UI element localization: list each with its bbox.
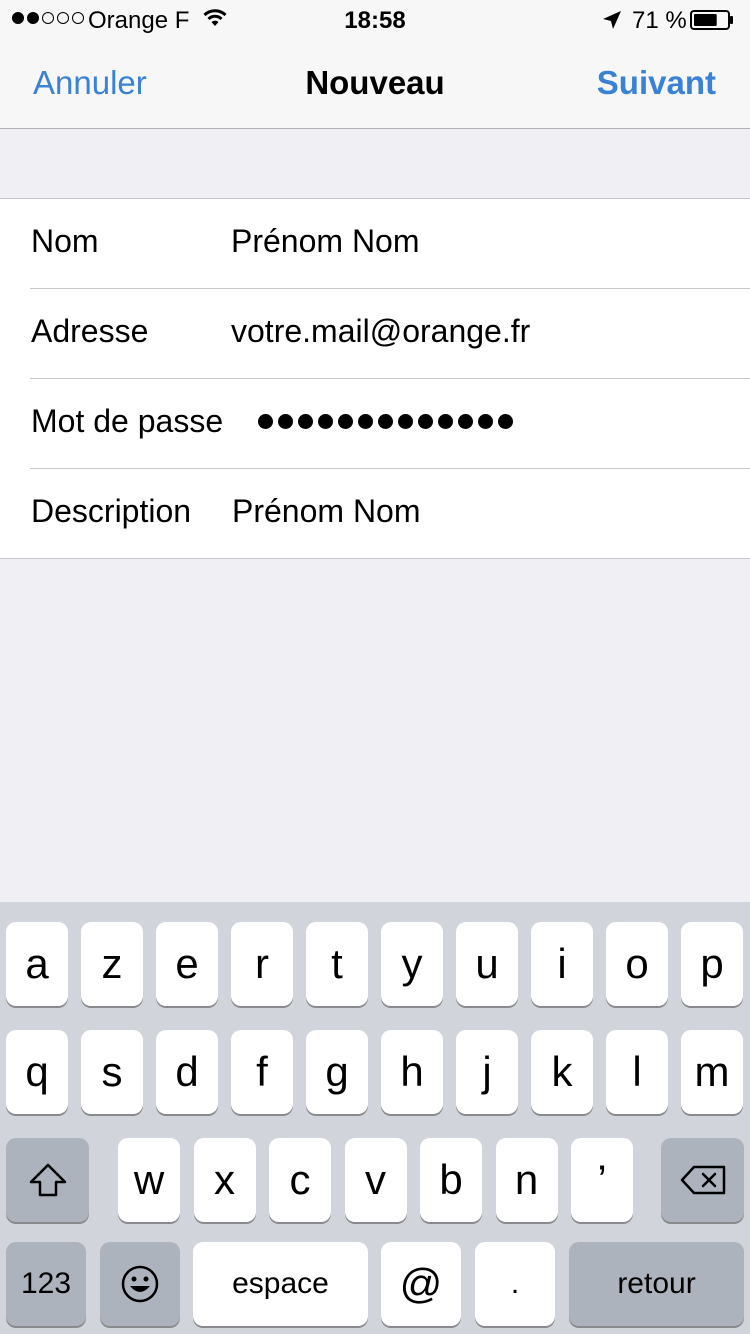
key-v[interactable]: v bbox=[344, 1138, 407, 1222]
backspace-key[interactable] bbox=[661, 1138, 744, 1222]
password-dot bbox=[358, 414, 373, 429]
key-w[interactable]: w bbox=[118, 1138, 180, 1222]
location-arrow-icon bbox=[603, 11, 621, 29]
key-d[interactable]: d bbox=[156, 1030, 218, 1114]
dot-key[interactable]: . bbox=[475, 1242, 555, 1326]
name-field[interactable]: Prénom Nom bbox=[231, 223, 420, 260]
key-z[interactable]: z bbox=[81, 922, 143, 1006]
address-row[interactable]: Adresse votre.mail@orange.fr bbox=[0, 289, 750, 379]
password-dot bbox=[378, 414, 393, 429]
return-key[interactable]: retour bbox=[569, 1242, 744, 1326]
name-label: Nom bbox=[31, 223, 99, 259]
password-dot bbox=[458, 414, 473, 429]
key-c[interactable]: c bbox=[269, 1138, 331, 1222]
key-j[interactable]: j bbox=[456, 1030, 518, 1114]
space-key[interactable]: espace bbox=[193, 1242, 368, 1326]
password-field[interactable] bbox=[258, 414, 513, 429]
key-f[interactable]: f bbox=[231, 1030, 293, 1114]
next-button[interactable]: Suivant bbox=[597, 64, 716, 102]
password-dot bbox=[318, 414, 333, 429]
backspace-icon bbox=[680, 1165, 725, 1195]
keyboard: 123 espace @ . retour azertyuiop qsdfghjk… bbox=[0, 902, 750, 1334]
key-n[interactable]: n bbox=[495, 1138, 558, 1222]
password-dot bbox=[278, 414, 293, 429]
name-row[interactable]: Nom Prénom Nom bbox=[0, 199, 750, 289]
password-dot bbox=[398, 414, 413, 429]
emoji-key[interactable] bbox=[100, 1242, 180, 1326]
shift-key[interactable] bbox=[6, 1138, 89, 1222]
password-row[interactable]: Mot de passe bbox=[0, 379, 750, 469]
password-dot bbox=[258, 414, 273, 429]
account-form: Nom Prénom Nom Adresse votre.mail@orange… bbox=[0, 198, 750, 559]
numbers-key[interactable]: 123 bbox=[6, 1242, 86, 1326]
key-i[interactable]: i bbox=[531, 922, 593, 1006]
battery-percentage: 71 % bbox=[632, 7, 687, 34]
key-apostrophe[interactable]: ’ bbox=[571, 1138, 633, 1222]
key-r[interactable]: r bbox=[231, 922, 293, 1006]
password-dot bbox=[478, 414, 493, 429]
email-field[interactable]: votre.mail@orange.fr bbox=[231, 313, 530, 350]
description-row[interactable]: Description Prénom Nom bbox=[0, 469, 750, 559]
description-label: Description bbox=[31, 493, 192, 529]
key-q[interactable]: q bbox=[6, 1030, 68, 1114]
key-t[interactable]: t bbox=[306, 922, 368, 1006]
description-field[interactable]: Prénom Nom bbox=[232, 493, 421, 530]
password-dot bbox=[298, 414, 313, 429]
status-bar: Orange F 18:58 71 % bbox=[0, 0, 750, 40]
password-dot bbox=[338, 414, 353, 429]
key-s[interactable]: s bbox=[81, 1030, 143, 1114]
navigation-bar: Annuler Nouveau Suivant bbox=[0, 40, 750, 129]
password-dot bbox=[498, 414, 513, 429]
battery-icon bbox=[690, 10, 733, 30]
key-e[interactable]: e bbox=[156, 922, 218, 1006]
key-a[interactable]: a bbox=[6, 922, 68, 1006]
shift-icon bbox=[29, 1163, 66, 1197]
password-label: Mot de passe bbox=[31, 403, 224, 439]
key-u[interactable]: u bbox=[456, 922, 518, 1006]
password-dot bbox=[418, 414, 433, 429]
key-g[interactable]: g bbox=[306, 1030, 368, 1114]
key-k[interactable]: k bbox=[531, 1030, 593, 1114]
key-l[interactable]: l bbox=[606, 1030, 668, 1114]
key-h[interactable]: h bbox=[381, 1030, 443, 1114]
key-o[interactable]: o bbox=[606, 922, 668, 1006]
at-key[interactable]: @ bbox=[381, 1242, 461, 1326]
key-b[interactable]: b bbox=[420, 1138, 482, 1222]
key-m[interactable]: m bbox=[681, 1030, 743, 1114]
key-x[interactable]: x bbox=[193, 1138, 256, 1222]
emoji-icon bbox=[121, 1265, 159, 1303]
password-dot bbox=[438, 414, 453, 429]
address-label: Adresse bbox=[31, 313, 149, 349]
key-p[interactable]: p bbox=[681, 922, 743, 1006]
key-y[interactable]: y bbox=[381, 922, 443, 1006]
